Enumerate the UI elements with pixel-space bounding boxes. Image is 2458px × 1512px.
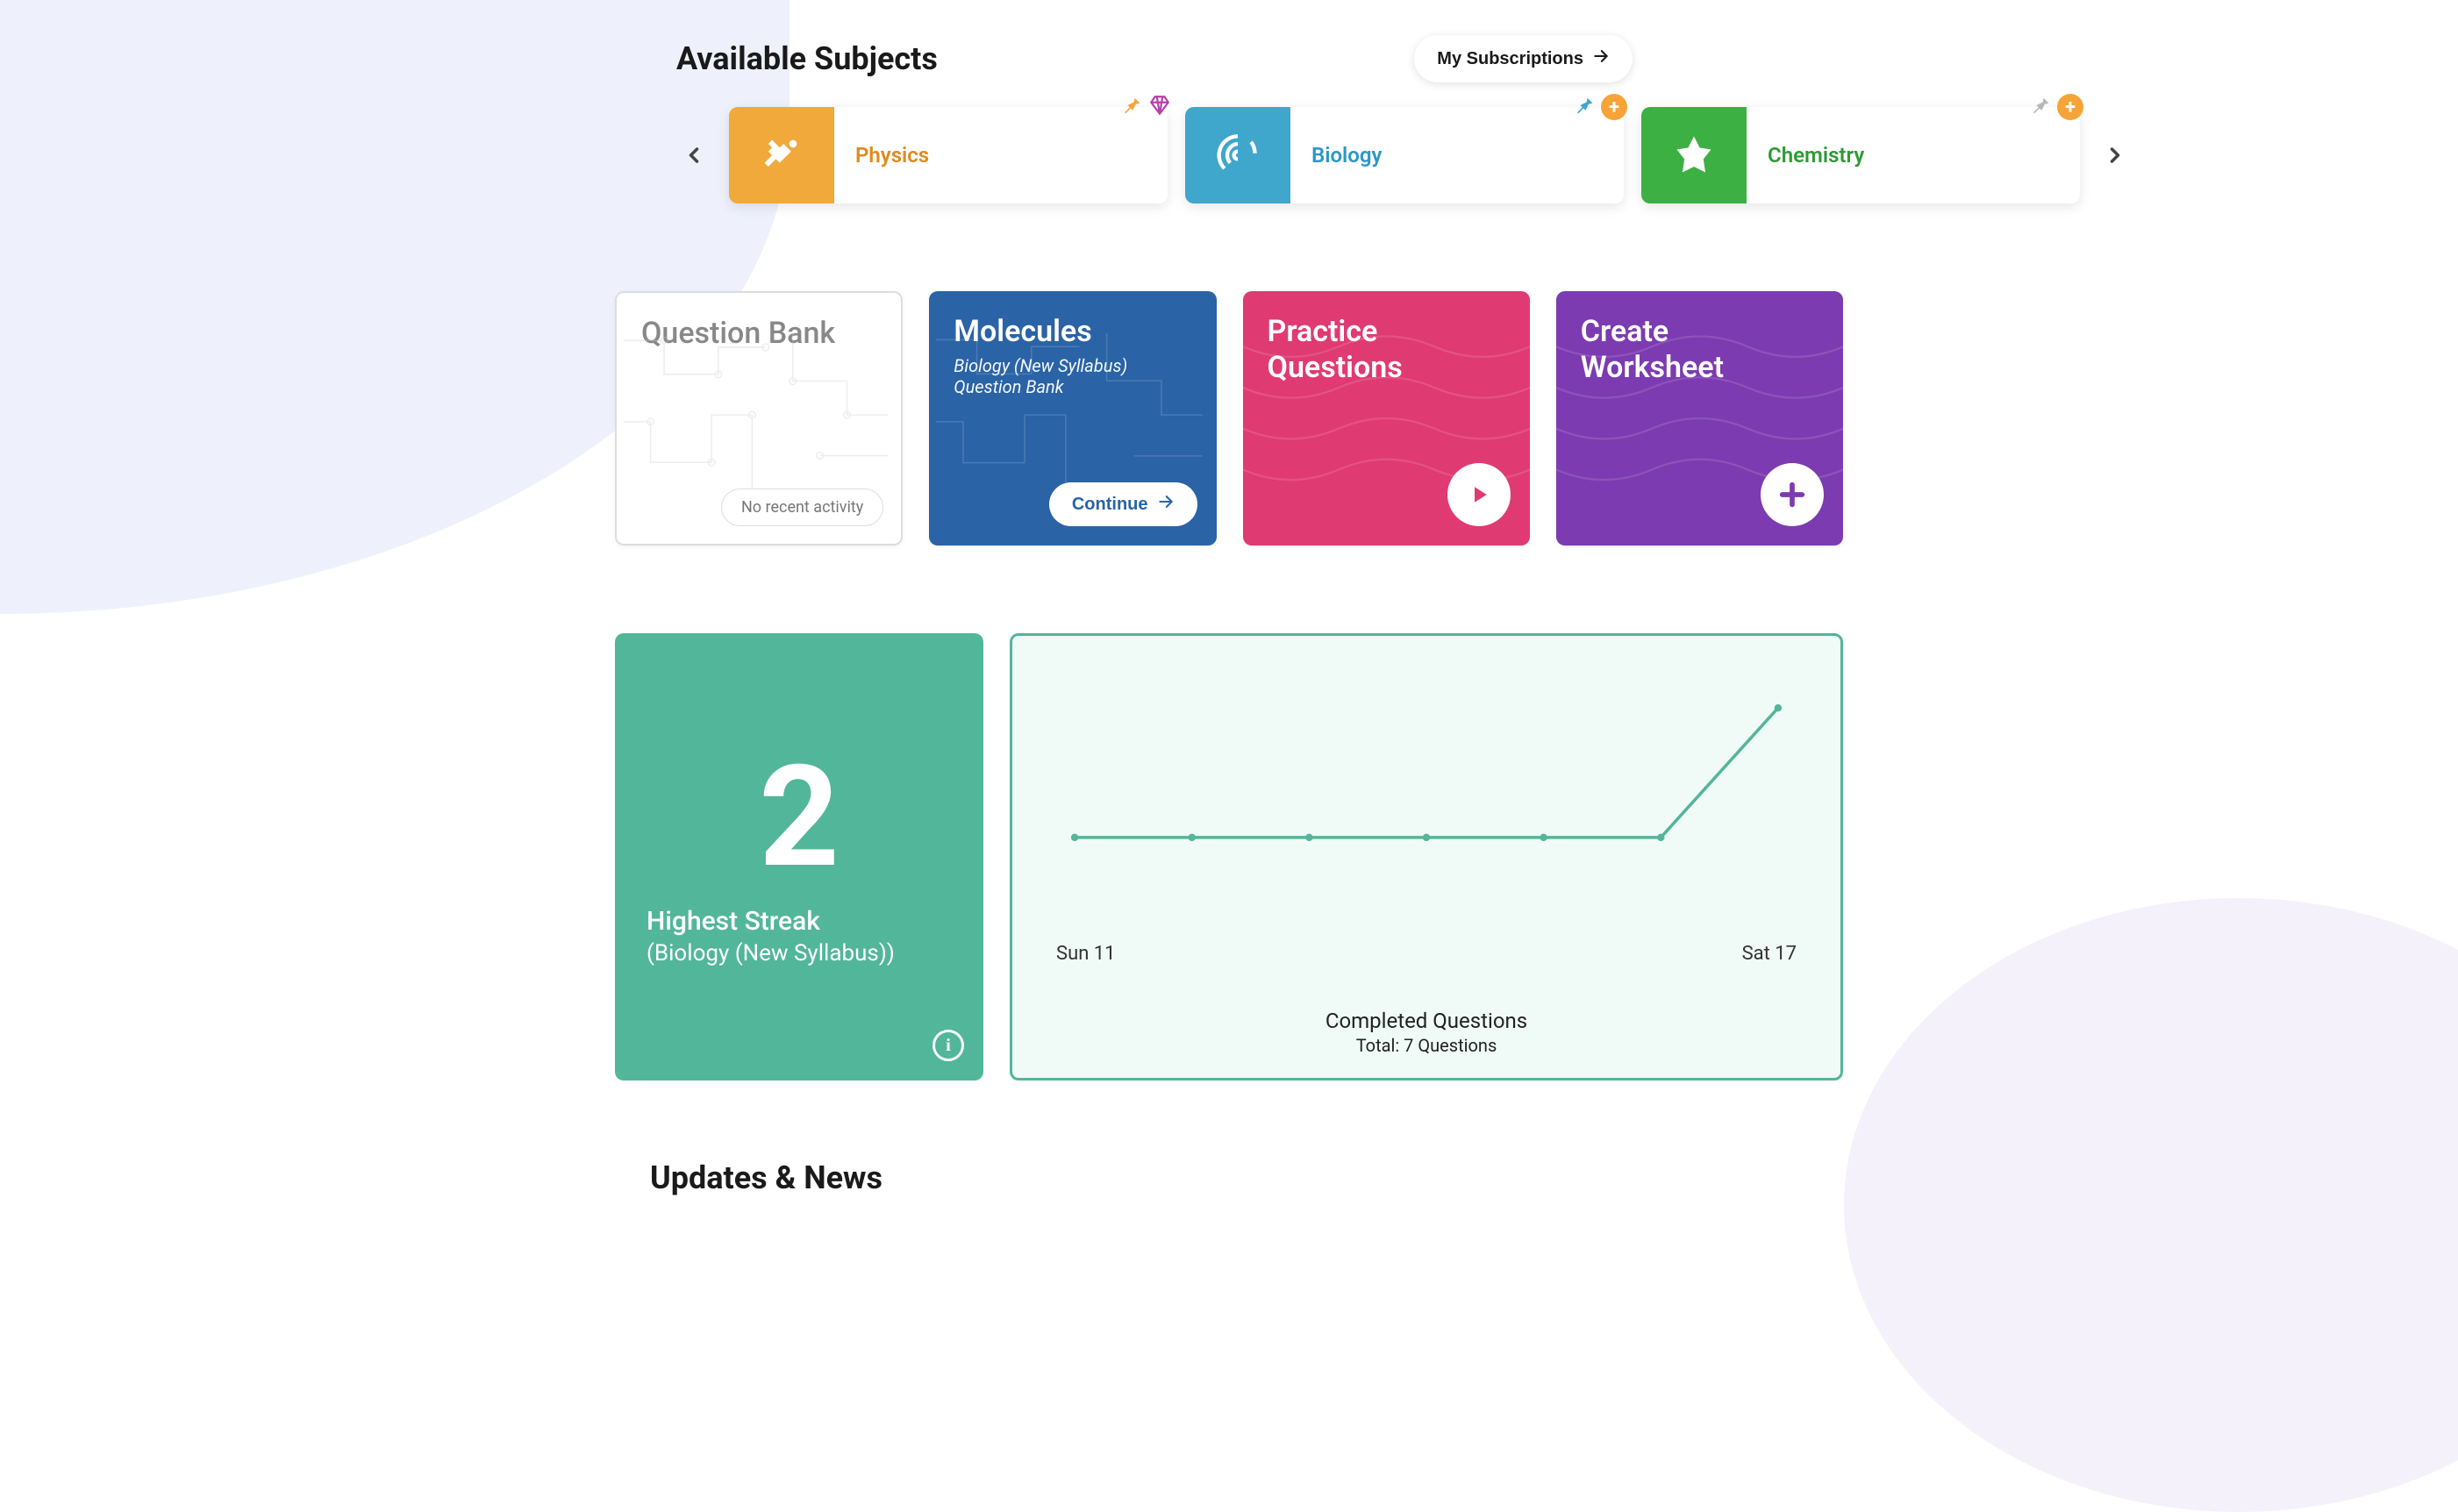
subject-card-physics[interactable]: Physics xyxy=(729,107,1168,203)
tile-subtitle: Biology (New Syllabus) Question Bank xyxy=(954,355,1191,397)
pin-icon[interactable] xyxy=(1118,93,1143,121)
subjects-carousel: Physics Biology + xyxy=(501,107,1957,203)
chart-xlabel-last: Sat 17 xyxy=(1742,943,1797,965)
streak-title: Highest Streak xyxy=(647,906,952,937)
tile-create-worksheet[interactable]: Create Worksheet xyxy=(1556,291,1843,546)
subject-label: Chemistry xyxy=(1747,107,1885,203)
chart-plot xyxy=(1056,671,1797,934)
biology-icon xyxy=(1185,107,1290,203)
streak-card: 2 Highest Streak (Biology (New Syllabus)… xyxy=(615,633,983,1081)
chart-card: Sun 11 Sat 17 Completed Questions Total:… xyxy=(1010,633,1843,1081)
info-icon[interactable]: i xyxy=(932,1030,964,1061)
add-worksheet-button[interactable] xyxy=(1761,463,1824,526)
my-subscriptions-button[interactable]: My Subscriptions xyxy=(1414,35,1633,82)
line-chart-icon xyxy=(1056,671,1797,856)
arrow-right-icon xyxy=(1592,47,1610,70)
add-subject-button[interactable]: + xyxy=(1601,94,1627,120)
chart-subtitle: Total: 7 Questions xyxy=(1056,1035,1797,1056)
no-activity-pill: No recent activity xyxy=(721,489,883,526)
pin-icon[interactable] xyxy=(2027,93,2052,121)
chemistry-icon xyxy=(1641,107,1747,203)
chart-xlabel-first: Sun 11 xyxy=(1056,943,1116,965)
add-subject-button[interactable]: + xyxy=(2057,94,2083,120)
physics-icon xyxy=(729,107,834,203)
my-subscriptions-label: My Subscriptions xyxy=(1437,49,1583,69)
subject-card-chemistry[interactable]: Chemistry + xyxy=(1641,107,2080,203)
arrow-right-icon xyxy=(1157,493,1175,516)
tile-molecules[interactable]: Molecules Biology (New Syllabus) Questio… xyxy=(929,291,1216,546)
carousel-prev-button[interactable] xyxy=(676,138,711,173)
continue-label: Continue xyxy=(1072,495,1148,515)
carousel-next-button[interactable] xyxy=(2097,138,2133,173)
streak-value: 2 xyxy=(647,748,952,888)
page-title: Available Subjects xyxy=(676,40,938,77)
streak-subtitle: (Biology (New Syllabus)) xyxy=(647,940,952,966)
play-button[interactable] xyxy=(1447,463,1511,526)
tile-question-bank[interactable]: Question Bank No recent activity xyxy=(615,291,903,546)
continue-button[interactable]: Continue xyxy=(1049,482,1197,526)
subject-label: Physics xyxy=(834,107,950,203)
subject-label: Biology xyxy=(1290,107,1403,203)
pin-icon[interactable] xyxy=(1571,93,1596,121)
subject-card-biology[interactable]: Biology + xyxy=(1185,107,1624,203)
chart-title: Completed Questions xyxy=(1056,1009,1797,1033)
updates-title: Updates & News xyxy=(501,1159,1957,1196)
premium-icon xyxy=(1148,94,1171,120)
play-icon xyxy=(1466,481,1492,508)
tile-practice-questions[interactable]: Practice Questions xyxy=(1243,291,1530,546)
plus-icon xyxy=(1777,480,1807,510)
